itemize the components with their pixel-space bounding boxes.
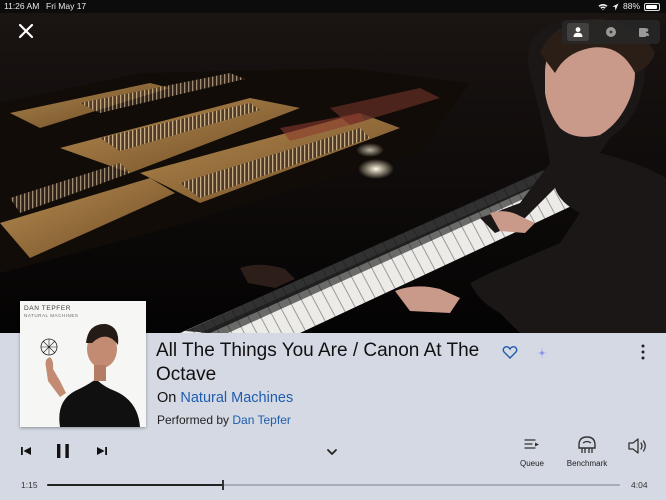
wifi-icon [598,3,608,10]
album-prefix: On [157,390,177,406]
benchmark-button[interactable] [576,434,598,456]
more-vertical-icon [641,344,645,360]
heart-icon [502,346,518,359]
cover-artist-text: DAN TEPFER [24,305,72,312]
track-title: All The Things You Are / Canon At The Oc… [156,340,480,385]
favorite-button[interactable] [502,344,518,360]
progress-handle[interactable] [221,480,224,490]
status-date: Fri May 17 [46,1,87,11]
previous-track-button[interactable] [19,444,33,458]
pause-button[interactable] [54,441,72,461]
progress-fill [47,484,223,486]
chevron-down-icon [327,449,337,455]
person-icon [573,27,583,37]
location-icon [612,3,619,10]
performer-line: Performed by Dan Tepfer [157,413,291,427]
credits-view-button[interactable] [633,23,655,41]
queue-icon [524,439,539,449]
skip-previous-icon [21,447,31,455]
battery-percent: 88% [622,1,640,11]
benchmark-icon [578,436,596,453]
credits-icon [638,28,649,37]
next-track-button[interactable] [95,444,109,458]
volume-button[interactable] [627,437,649,455]
album-link[interactable]: Natural Machines [180,390,293,406]
status-bar: 11:26 AM Fri May 17 88% [0,0,666,13]
piano-performance-image [0,13,666,333]
album-line: On Natural Machines [157,390,293,406]
now-playing-screen: 11:26 AM Fri May 17 88% DAN TEPFER NATUR… [0,0,666,500]
more-options-button[interactable] [636,343,650,361]
performer-prefix: Performed by [157,413,230,427]
view-switcher [562,20,660,44]
artist-photo [0,13,666,333]
elapsed-time: 1:15 [21,480,38,490]
skip-next-icon [97,447,107,455]
status-time: 11:26 AM [4,1,40,11]
volume-icon [628,438,646,454]
benchmark-label: Benchmark [566,459,608,468]
queue-label: Queue [519,459,545,468]
status-indicators: 88% [598,0,660,13]
progress-bar[interactable] [47,480,620,490]
cover-album-text: NATURAL MACHINES [24,313,79,318]
total-time: 4:04 [631,480,648,490]
sparkle-icon [535,346,549,360]
queue-button[interactable] [522,437,542,453]
pause-icon [57,444,69,458]
album-view-button[interactable] [600,23,622,41]
close-icon [18,23,34,39]
battery-icon [644,2,660,11]
album-cover-art [20,301,146,427]
performer-link[interactable]: Dan Tepfer [232,413,290,427]
disc-icon [605,27,616,37]
artist-view-button[interactable] [567,23,590,41]
collapse-button[interactable] [325,445,339,457]
now-playing-panel: DAN TEPFER NATURAL MACHINES All The Thin… [0,301,666,500]
close-button[interactable] [14,19,38,43]
album-cover[interactable]: DAN TEPFER NATURAL MACHINES [20,301,146,427]
